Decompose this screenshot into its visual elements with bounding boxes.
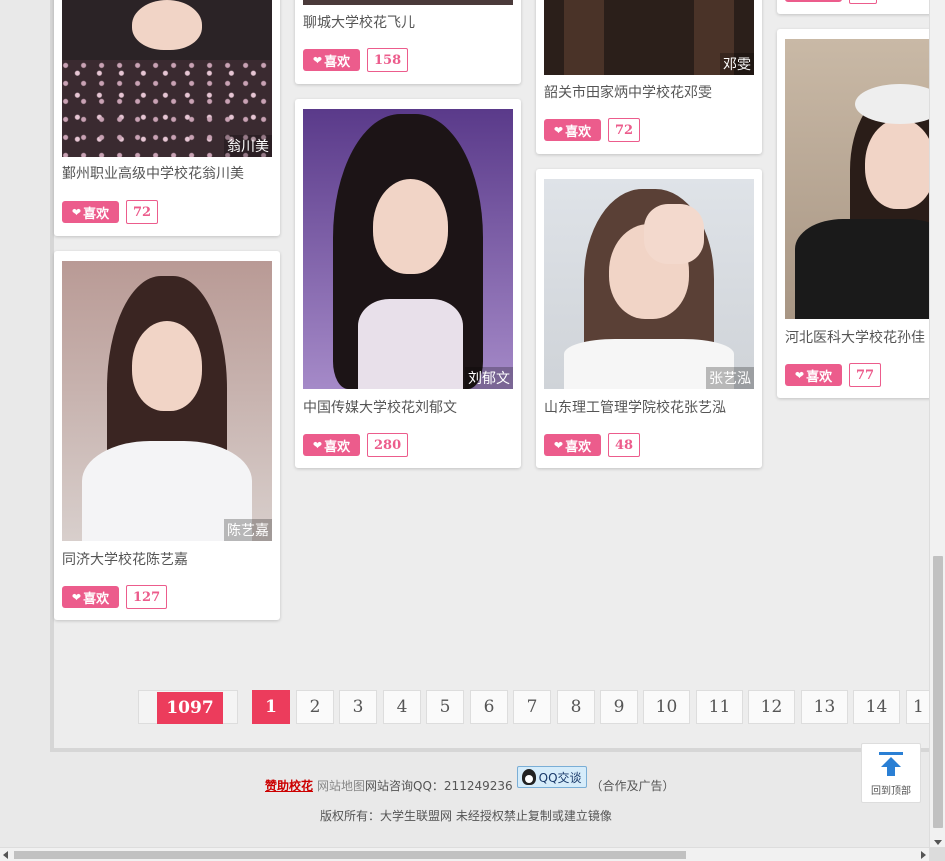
like-button[interactable]: ❤ 喜欢 xyxy=(62,201,119,223)
photo[interactable]: 张艺泓 xyxy=(544,179,754,389)
photo-card[interactable]: 河北医科大学校花孙佳 ❤ 喜欢 77 xyxy=(777,29,937,398)
page-link-14[interactable]: 14 xyxy=(853,690,900,724)
card-title[interactable]: 中国传媒大学校花刘郁文 xyxy=(303,397,457,417)
like-button[interactable]: ❤ 喜欢 xyxy=(544,434,601,456)
sponsor-link[interactable]: 赞助校花 xyxy=(265,777,313,794)
like-button[interactable] xyxy=(785,0,842,2)
heart-icon: ❤ xyxy=(794,368,805,382)
heart-icon: ❤ xyxy=(553,123,564,137)
like-count: 77 xyxy=(849,363,882,387)
qq-chat-button[interactable]: QQ交谈 xyxy=(516,766,587,788)
heart-icon: ❤ xyxy=(71,590,82,604)
photo-card[interactable]: 翁川美 鄞州职业高级中学校花翁川美 ❤ 喜欢 72 xyxy=(54,0,280,236)
back-to-top-button[interactable]: 回到顶部 xyxy=(861,743,921,803)
scrollbar-corner xyxy=(929,847,945,861)
photo-name-label: 张艺泓 xyxy=(706,367,754,389)
photo[interactable] xyxy=(785,39,937,319)
card-title[interactable]: 鄞州职业高级中学校花翁川美 xyxy=(62,163,244,183)
heart-icon: ❤ xyxy=(71,205,82,219)
horizontal-scrollbar[interactable] xyxy=(0,847,929,861)
heart-icon: ❤ xyxy=(553,438,564,452)
page-link-9[interactable]: 9 xyxy=(600,690,638,724)
arrow-up-icon xyxy=(879,752,903,776)
photo-card[interactable]: 张艺泓 山东理工管理学院校花张艺泓 ❤ 喜欢 48 xyxy=(536,169,762,468)
page-link-4[interactable]: 4 xyxy=(383,690,421,724)
photo-name-label: 陈艺嘉 xyxy=(224,519,272,541)
vertical-scrollbar[interactable] xyxy=(929,0,945,847)
scroll-down-icon[interactable] xyxy=(934,840,942,845)
copyright: 版权所有：大学生联盟网 未经授权禁止复制或建立镜像 xyxy=(320,809,612,823)
total-count: 1097 xyxy=(157,692,223,724)
photo-card[interactable] xyxy=(777,0,937,14)
photo-card[interactable]: 刘郁文 中国传媒大学校花刘郁文 ❤ 喜欢 280 xyxy=(295,99,521,468)
page-link-12[interactable]: 12 xyxy=(748,690,795,724)
card-title[interactable]: 山东理工管理学院校花张艺泓 xyxy=(544,397,726,417)
qq-penguin-icon xyxy=(521,769,536,785)
page-link-11[interactable]: 11 xyxy=(696,690,743,724)
card-title[interactable]: 聊城大学校花飞儿 xyxy=(303,12,415,32)
page-link-5[interactable]: 5 xyxy=(426,690,464,724)
photo-name-label: 翁川美 xyxy=(224,135,272,157)
ads-text: （合作及广告） xyxy=(590,778,675,793)
page-link-13[interactable]: 13 xyxy=(801,690,848,724)
footer-links: 赞助校花 网站地图 网站咨询QQ：211249236 QQ交谈 （合作及广告） xyxy=(265,766,675,796)
like-count: 127 xyxy=(126,585,168,609)
vertical-scroll-thumb[interactable] xyxy=(933,556,943,828)
page-link-7[interactable]: 7 xyxy=(513,690,551,724)
like-count: 158 xyxy=(367,48,409,72)
back-to-top-label: 回到顶部 xyxy=(871,786,911,797)
like-button[interactable]: ❤ 喜欢 xyxy=(544,119,601,141)
total-count-box: 1097 xyxy=(138,690,238,724)
heart-icon: ❤ xyxy=(312,53,323,67)
page-link-3[interactable]: 3 xyxy=(339,690,377,724)
like-button[interactable]: ❤ 喜欢 xyxy=(303,434,360,456)
photo-card[interactable]: 聊城大学校花飞儿 ❤ 喜欢 158 xyxy=(295,0,521,84)
photo-name-label: 邓雯 xyxy=(720,53,754,75)
photo[interactable] xyxy=(303,0,513,5)
like-count: 72 xyxy=(608,118,641,142)
page-link-6[interactable]: 6 xyxy=(470,690,508,724)
sitemap-link[interactable]: 网站地图 xyxy=(317,777,365,794)
heart-icon: ❤ xyxy=(312,438,323,452)
like-button[interactable]: ❤ 喜欢 xyxy=(62,586,119,608)
like-count: 48 xyxy=(608,433,641,457)
like-button[interactable]: ❤ 喜欢 xyxy=(785,364,842,386)
photo-card[interactable]: 邓雯 韶关市田家炳中学校花邓雯 ❤ 喜欢 72 xyxy=(536,0,762,154)
photo[interactable]: 翁川美 xyxy=(62,0,272,157)
photo-card[interactable]: 陈艺嘉 同济大学校花陈艺嘉 ❤ 喜欢 127 xyxy=(54,251,280,620)
like-count: 280 xyxy=(367,433,409,457)
page-link-8[interactable]: 8 xyxy=(557,690,595,724)
card-title[interactable]: 韶关市田家炳中学校花邓雯 xyxy=(544,82,712,102)
photo[interactable]: 刘郁文 xyxy=(303,109,513,389)
horizontal-scroll-thumb[interactable] xyxy=(14,851,686,859)
like-count: 72 xyxy=(126,200,159,224)
page-link-2[interactable]: 2 xyxy=(296,690,334,724)
photo-name-label: 刘郁文 xyxy=(465,367,513,389)
photo[interactable]: 陈艺嘉 xyxy=(62,261,272,541)
scroll-left-icon[interactable] xyxy=(3,851,8,859)
card-title[interactable]: 河北医科大学校花孙佳 xyxy=(785,327,925,347)
consult-text: 网站咨询QQ：211249236 xyxy=(365,778,513,793)
page-link-1[interactable]: 1 xyxy=(252,690,290,724)
like-button[interactable]: ❤ 喜欢 xyxy=(303,49,360,71)
page-link-15[interactable]: 1 xyxy=(906,690,929,724)
page-link-10[interactable]: 10 xyxy=(643,690,690,724)
like-count xyxy=(849,0,877,4)
card-title[interactable]: 同济大学校花陈艺嘉 xyxy=(62,549,188,569)
scroll-right-icon[interactable] xyxy=(921,851,926,859)
photo[interactable]: 邓雯 xyxy=(544,0,754,75)
